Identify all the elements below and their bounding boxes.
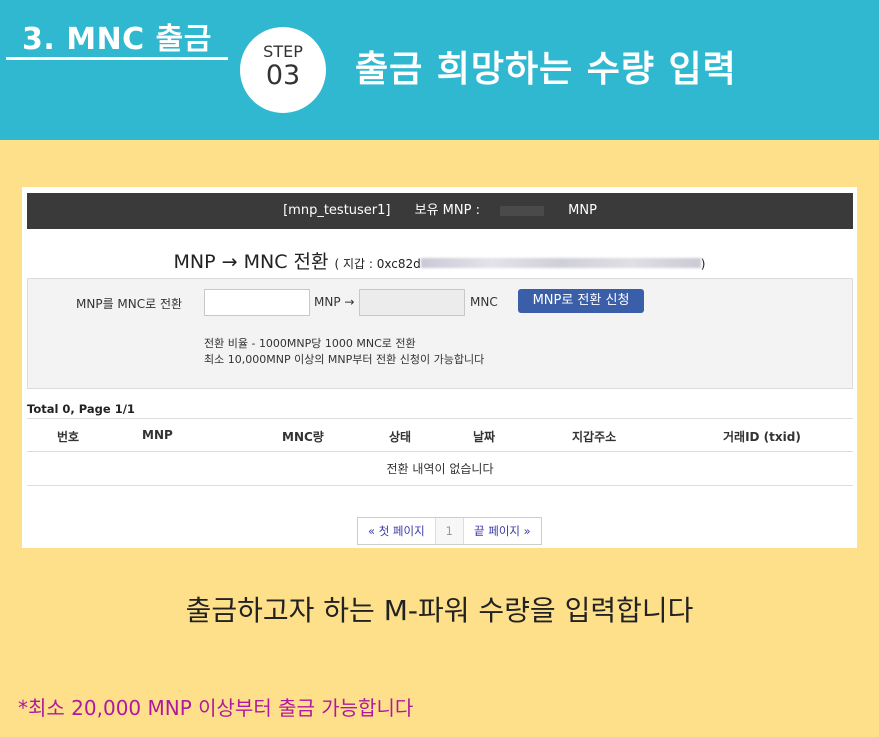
screenshot-panel: [mnp_testuser1] 보유 MNP : MNP MNP → MNC 전…: [22, 187, 857, 548]
wallet-prefix: ( 지갑 : 0xc82d: [334, 257, 421, 271]
step-number: 03: [265, 60, 301, 91]
convert-note-ratio: 전환 비율 - 1000MNP당 1000 MNC로 전환: [204, 337, 416, 350]
col-date: 날짜: [473, 430, 496, 444]
balance-masked: [499, 205, 544, 216]
username: [mnp_testuser1]: [283, 203, 391, 218]
wallet-address-blurred: [420, 257, 701, 268]
col-number: 번호: [57, 430, 80, 444]
header-band: 3. MNC 출금 STEP 03 출금 희망하는 수량 입력: [0, 0, 879, 140]
convert-form: MNP를 MNC로 전환 MNP → MNC MNP로 전환 신청 전환 비율 …: [27, 278, 853, 389]
convert-request-button[interactable]: MNP로 전환 신청: [518, 289, 644, 313]
last-page-link[interactable]: 끝 페이지 »: [464, 518, 541, 544]
mnc-unit: MNC: [470, 295, 498, 309]
convert-title: MNP → MNC 전환: [173, 251, 329, 273]
minimum-note: *최소 20,000 MNP 이상부터 출금 가능합니다: [18, 696, 414, 720]
balance-label: 보유 MNP :: [414, 203, 480, 218]
mnp-amount-input[interactable]: [204, 289, 310, 316]
empty-message: 전환 내역이 없습니다: [27, 452, 853, 486]
first-page-link[interactable]: « 첫 페이지: [358, 518, 435, 544]
mnp-unit: MNP →: [314, 295, 355, 309]
header-title: 출금 희망하는 수량 입력: [355, 49, 737, 90]
mnc-amount-output: [359, 289, 465, 316]
convert-label: MNP를 MNC로 전환: [76, 297, 183, 311]
section-underline: [6, 57, 228, 60]
col-status: 상태: [389, 430, 412, 444]
convert-note-minimum: 최소 10,000MNP 이상의 MNP부터 전환 신청이 가능합니다: [204, 353, 485, 366]
section-title: 3. MNC 출금: [22, 22, 212, 57]
col-mnp: MNP: [142, 428, 173, 442]
current-page: 1: [434, 518, 464, 544]
wallet-suffix: ): [700, 257, 706, 271]
col-wallet: 지갑주소: [572, 430, 617, 444]
table-header: 번호 MNP MNC량 상태 날짜 지갑주소 거래ID (txid): [27, 418, 853, 452]
col-mnc-amount: MNC량: [282, 430, 324, 444]
balance-unit: MNP: [568, 203, 597, 218]
step-label: STEP: [263, 42, 303, 61]
step-badge: STEP 03: [240, 27, 326, 113]
convert-title-row: MNP → MNC 전환 ( 지갑 : 0xc82d): [22, 247, 857, 274]
instruction-text: 출금하고자 하는 M-파워 수량을 입력합니다: [185, 594, 694, 627]
account-bar: [mnp_testuser1] 보유 MNP : MNP: [27, 193, 853, 229]
total-count: Total 0, Page 1/1: [27, 402, 135, 416]
pagination: « 첫 페이지 1 끝 페이지 »: [357, 517, 542, 545]
col-txid: 거래ID (txid): [723, 430, 801, 444]
